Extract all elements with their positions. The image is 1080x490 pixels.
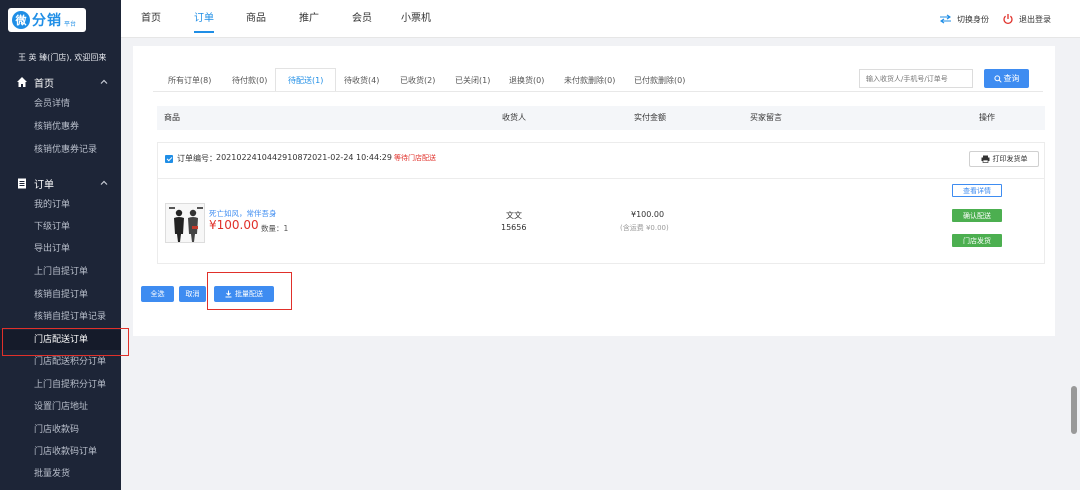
clipboard-icon — [18, 178, 26, 189]
shipping-fee: (含运费 ¥0.00) — [620, 224, 669, 232]
product-image — [166, 204, 204, 242]
sidebar-item-sub-orders[interactable]: 下级订单 — [0, 217, 121, 237]
chevron-up-icon[interactable] — [99, 178, 109, 188]
sidebar-group-label: 订单 — [34, 179, 54, 191]
top-nav: 首页 订单 商品 推广 会员 小票机 切换身份 退出登录 — [121, 0, 1080, 38]
confirm-delivery-button[interactable]: 确认配送 — [952, 209, 1002, 222]
logout-label: 退出登录 — [1019, 14, 1051, 24]
sidebar-item-pickup-points-orders[interactable]: 上门自提积分订单 — [0, 375, 121, 395]
status-tab-pending-delivery[interactable]: 待配送(1) — [275, 68, 337, 92]
tab-orders[interactable]: 订单 — [194, 0, 214, 38]
search-button[interactable]: 查询 — [984, 69, 1029, 88]
column-header-product: 商品 — [164, 113, 180, 122]
status-tab-returns[interactable]: 退换货(0) — [509, 72, 544, 90]
sidebar-item-verify-pickup-records[interactable]: 核销自提订单记录 — [0, 307, 121, 327]
home-icon — [17, 77, 27, 87]
status-tab-closed[interactable]: 已关闭(1) — [455, 72, 490, 90]
orders-panel: 所有订单(8) 待付款(0) 待配送(1) 待收货(4) 已收货(2) 已关闭(… — [133, 46, 1055, 336]
status-tab-received[interactable]: 已收货(2) — [400, 72, 435, 90]
table-header: 商品 收货人 实付金额 买家留言 操作 — [157, 106, 1045, 130]
status-tab-unpaid-deleted[interactable]: 未付款删除(0) — [564, 72, 615, 90]
swap-icon — [940, 14, 951, 24]
product-price: ¥100.00 — [209, 218, 259, 232]
order-card: 订单编号： 2021022410442910​87 2021-02-24 10:… — [157, 142, 1045, 264]
select-all-button[interactable]: 全选 — [141, 286, 174, 302]
annotation-highlight-batch — [207, 272, 292, 310]
order-status-tag: 等待门店配送 — [394, 154, 436, 162]
status-tab-pending-payment[interactable]: 待付款(0) — [232, 72, 267, 90]
product-thumbnail[interactable] — [165, 203, 205, 243]
annotation-highlight-sidebar — [2, 328, 129, 356]
tab-products[interactable]: 商品 — [246, 0, 266, 38]
switch-identity-button[interactable]: 切换身份 — [939, 12, 989, 26]
sidebar-item-batch-ship[interactable]: 批量发货 — [0, 464, 121, 484]
logo-text: 分销 — [32, 13, 62, 29]
receiver-id: 15656 — [501, 223, 527, 232]
order-number-label: 订单编号： — [177, 154, 217, 163]
sidebar-item-my-orders[interactable]: 我的订单 — [0, 195, 121, 215]
sidebar-group-orders[interactable]: 订单 — [0, 173, 121, 193]
sidebar-item-store-qrcode[interactable]: 门店收款码 — [0, 420, 121, 440]
search-icon — [993, 74, 1002, 83]
print-invoice-label: 打印发货单 — [992, 155, 1028, 163]
column-header-message: 买家留言 — [750, 113, 782, 122]
status-tab-paid-deleted[interactable]: 已付款删除(0) — [634, 72, 685, 90]
order-header: 订单编号： 2021022410442910​87 2021-02-24 10:… — [158, 143, 1044, 179]
receiver-name: 文文 — [506, 211, 522, 220]
tab-receipt-printer[interactable]: 小票机 — [401, 0, 431, 38]
order-checkbox[interactable] — [165, 155, 173, 163]
search-button-label: 查询 — [1003, 74, 1020, 83]
sidebar: 微 分销 平台 王 英 臻(门店), 欢迎回来 首页 会员详情 核销优惠券 核销… — [0, 0, 121, 490]
column-header-receiver: 收货人 — [502, 113, 526, 122]
scrollbar-thumb[interactable] — [1071, 386, 1077, 434]
search-input[interactable] — [859, 69, 973, 88]
column-header-amount: 实付金额 — [634, 113, 666, 122]
sidebar-item-store-address[interactable]: 设置门店地址 — [0, 397, 121, 417]
logo-mark: 微 — [12, 11, 30, 29]
tab-home[interactable]: 首页 — [141, 0, 161, 38]
chevron-up-icon[interactable] — [99, 77, 109, 87]
sidebar-group-label: 首页 — [34, 78, 54, 90]
sidebar-item-verify-coupon[interactable]: 核销优惠券 — [0, 117, 121, 137]
logout-button[interactable]: 退出登录 — [1002, 12, 1051, 26]
view-details-button[interactable]: 查看详情 — [952, 184, 1002, 197]
logo-subtext: 平台 — [64, 20, 77, 28]
sidebar-item-store-qrcode-orders[interactable]: 门店收款码订单 — [0, 442, 121, 462]
tab-promotion[interactable]: 推广 — [299, 0, 319, 38]
status-tab-all[interactable]: 所有订单(8) — [168, 72, 211, 90]
sidebar-item-coupon-records[interactable]: 核销优惠券记录 — [0, 140, 121, 160]
sidebar-item-verify-pickup[interactable]: 核销自提订单 — [0, 285, 121, 305]
app-logo[interactable]: 微 分销 平台 — [8, 8, 86, 32]
cancel-button[interactable]: 取消 — [179, 286, 206, 302]
power-icon — [1003, 14, 1013, 25]
product-quantity: 数量：1 — [261, 224, 289, 233]
order-number: 2021022410442910​87 — [216, 153, 308, 162]
tabs-divider — [153, 91, 1043, 92]
order-time: 2021-02-24 10:44:29 — [307, 153, 392, 162]
sidebar-item-pickup-orders[interactable]: 上门自提订单 — [0, 262, 121, 282]
status-tab-pending-receipt[interactable]: 待收货(4) — [344, 72, 379, 90]
store-ship-button[interactable]: 门店发货 — [952, 234, 1002, 247]
order-amount: ¥100.00 — [631, 210, 665, 219]
sidebar-item-export-orders[interactable]: 导出订单 — [0, 239, 121, 259]
welcome-text: 王 英 臻(门店), 欢迎回来 — [18, 53, 107, 62]
column-header-actions: 操作 — [979, 113, 995, 122]
sidebar-group-home[interactable]: 首页 — [0, 72, 121, 92]
printer-icon — [981, 155, 989, 163]
switch-identity-label: 切换身份 — [957, 14, 989, 24]
tab-members[interactable]: 会员 — [352, 0, 372, 38]
print-invoice-button[interactable]: 打印发货单 — [969, 151, 1039, 167]
sidebar-item-member-detail[interactable]: 会员详情 — [0, 94, 121, 114]
